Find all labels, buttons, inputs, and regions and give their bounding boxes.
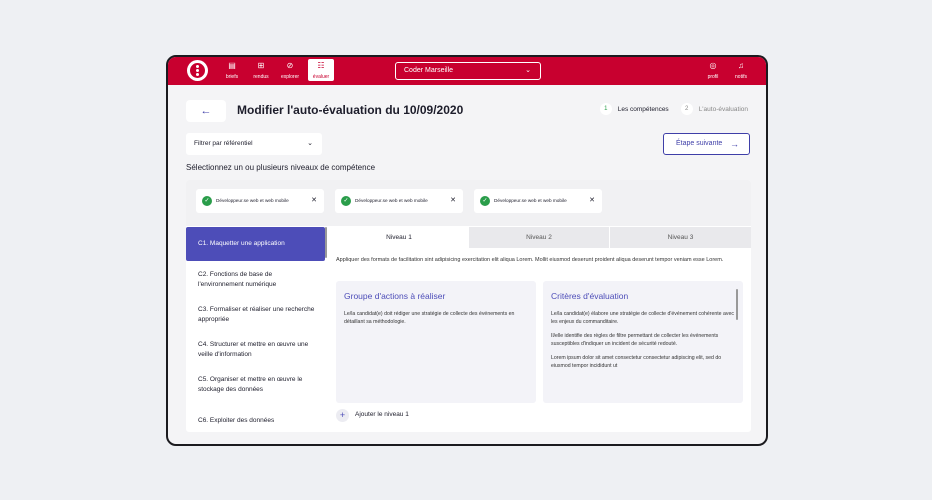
arrow-left-icon: ← bbox=[200, 105, 212, 117]
criteria-title: Critères d'évaluation bbox=[551, 291, 629, 301]
chip-label: Développeur.se web et web mobile bbox=[494, 198, 567, 203]
criteria-item: Lorem ipsum dolor sit amet consectetur c… bbox=[551, 355, 722, 369]
promo-select[interactable]: Coder Marseille ⌄ bbox=[395, 62, 541, 80]
actions-card: Groupe d'actions à réaliser Le/la candid… bbox=[336, 281, 536, 403]
step-1-label: Les compétences bbox=[617, 105, 669, 113]
tab-niveau-3[interactable]: Niveau 3 bbox=[610, 227, 751, 248]
criteria-card: Critères d'évaluation Le/la candidat(e) … bbox=[543, 281, 743, 403]
next-step-button[interactable]: Étape suivante → bbox=[663, 133, 750, 155]
add-level-button[interactable]: + Ajouter le niveau 1 bbox=[336, 408, 409, 422]
criteria-item: Il/elle identifie des règles de filtre p… bbox=[551, 333, 719, 347]
nav-rendus[interactable]: ⊞ rendus bbox=[248, 60, 274, 80]
chip-label: Développeur.se web et web mobile bbox=[355, 198, 428, 203]
referentiel-filter[interactable]: Filtrer par référentiel ⌄ bbox=[186, 133, 322, 155]
section-subtitle: Sélectionnez un ou plusieurs niveaux de … bbox=[186, 163, 376, 172]
nav-evaluer[interactable]: ☷ évaluer bbox=[308, 59, 334, 81]
promo-select-value: Coder Marseille bbox=[404, 67, 454, 74]
chevron-down-icon: ⌄ bbox=[525, 67, 531, 74]
clipboard-icon: ▤ bbox=[228, 61, 236, 70]
referentiel-chip: ✓ Développeur.se web et web mobile ✕ bbox=[335, 189, 463, 213]
nav-evaluer-label: évaluer bbox=[312, 74, 330, 80]
add-level-label: Ajouter le niveau 1 bbox=[355, 411, 409, 418]
gift-icon: ⊞ bbox=[257, 61, 265, 70]
nav-rendus-label: rendus bbox=[253, 74, 269, 80]
tab-niveau-1[interactable]: Niveau 1 bbox=[330, 227, 468, 248]
competence-panel: ✓ Développeur.se web et web mobile ✕ ✓ D… bbox=[186, 180, 751, 432]
step-2-number: 2 bbox=[680, 103, 693, 115]
nav-profil[interactable]: ◎ profil bbox=[700, 60, 726, 80]
main-content: ← Modifier l'auto-évaluation du 10/09/20… bbox=[168, 85, 766, 444]
referentiel-chip: ✓ Développeur.se web et web mobile ✕ bbox=[196, 189, 324, 213]
check-icon: ✓ bbox=[480, 196, 490, 206]
close-icon[interactable]: ✕ bbox=[450, 189, 456, 213]
competence-item-c3[interactable]: C3. Formaliser et réaliser une recherche… bbox=[186, 305, 325, 325]
app-window: ▤ briefs ⊞ rendus ⊘ explorer ☷ évaluer C… bbox=[166, 55, 768, 446]
check-icon: ✓ bbox=[202, 196, 212, 206]
competence-item-c1[interactable]: C1. Maquetter une application bbox=[186, 227, 325, 261]
checklist-icon: ☷ bbox=[317, 61, 325, 70]
nav-explorer-label: explorer bbox=[280, 74, 300, 80]
chip-label: Développeur.se web et web mobile bbox=[216, 198, 289, 203]
competence-item-c6[interactable]: C6. Exploiter des données bbox=[186, 416, 325, 426]
close-icon[interactable]: ✕ bbox=[589, 189, 595, 213]
criteria-scrollbar[interactable] bbox=[736, 289, 738, 320]
arrow-right-icon: → bbox=[730, 139, 739, 149]
level-description: Appliquer des formats de facilitation si… bbox=[336, 257, 724, 263]
logo-icon[interactable] bbox=[187, 60, 208, 81]
competence-list: C1. Maquetter une application C2. Foncti… bbox=[186, 227, 327, 432]
actions-text: Le/la candidat(e) doit rédiger une strat… bbox=[344, 311, 515, 325]
nav-profil-label: profil bbox=[707, 74, 719, 80]
page-title: Modifier l'auto-évaluation du 10/09/2020 bbox=[237, 103, 464, 117]
next-step-label: Étape suivante bbox=[676, 140, 723, 147]
competence-item-c5[interactable]: C5. Organiser et mettre en œuvre le stoc… bbox=[186, 375, 325, 395]
nav-briefs-label: briefs bbox=[225, 74, 239, 80]
step-2-label: L'auto-évaluation bbox=[698, 105, 748, 113]
nav-explorer[interactable]: ⊘ explorer bbox=[277, 60, 303, 80]
user-icon: ◎ bbox=[709, 61, 717, 70]
check-icon: ✓ bbox=[341, 196, 351, 206]
list-scrollbar[interactable] bbox=[325, 227, 327, 258]
chevron-down-icon: ⌄ bbox=[307, 140, 313, 147]
bell-icon: ♫ bbox=[738, 61, 744, 70]
actions-title: Groupe d'actions à réaliser bbox=[344, 291, 446, 301]
top-navigation: ▤ briefs ⊞ rendus ⊘ explorer ☷ évaluer C… bbox=[168, 57, 766, 85]
selected-referentiels: ✓ Développeur.se web et web mobile ✕ ✓ D… bbox=[186, 180, 751, 226]
nav-briefs[interactable]: ▤ briefs bbox=[219, 60, 245, 80]
back-button[interactable]: ← bbox=[186, 100, 226, 122]
stepper: 1 Les compétences 2 L'auto-évaluation bbox=[599, 103, 748, 115]
nav-notifs-label: notifs bbox=[735, 74, 747, 80]
close-icon[interactable]: ✕ bbox=[311, 189, 317, 213]
referentiel-filter-value: Filtrer par référentiel bbox=[194, 140, 253, 147]
competence-item-c4[interactable]: C4. Structurer et mettre en œuvre une ve… bbox=[186, 340, 325, 360]
competence-item-c2[interactable]: C2. Fonctions de base de l'environnement… bbox=[186, 270, 325, 290]
step-1-number: 1 bbox=[599, 103, 612, 115]
criteria-item: Le/la candidat(e) élabore une stratégie … bbox=[551, 311, 734, 325]
referentiel-chip: ✓ Développeur.se web et web mobile ✕ bbox=[474, 189, 602, 213]
nav-notifs[interactable]: ♫ notifs bbox=[728, 60, 754, 80]
plus-icon: + bbox=[336, 408, 349, 422]
compass-icon: ⊘ bbox=[286, 61, 294, 70]
tab-niveau-2[interactable]: Niveau 2 bbox=[469, 227, 609, 248]
